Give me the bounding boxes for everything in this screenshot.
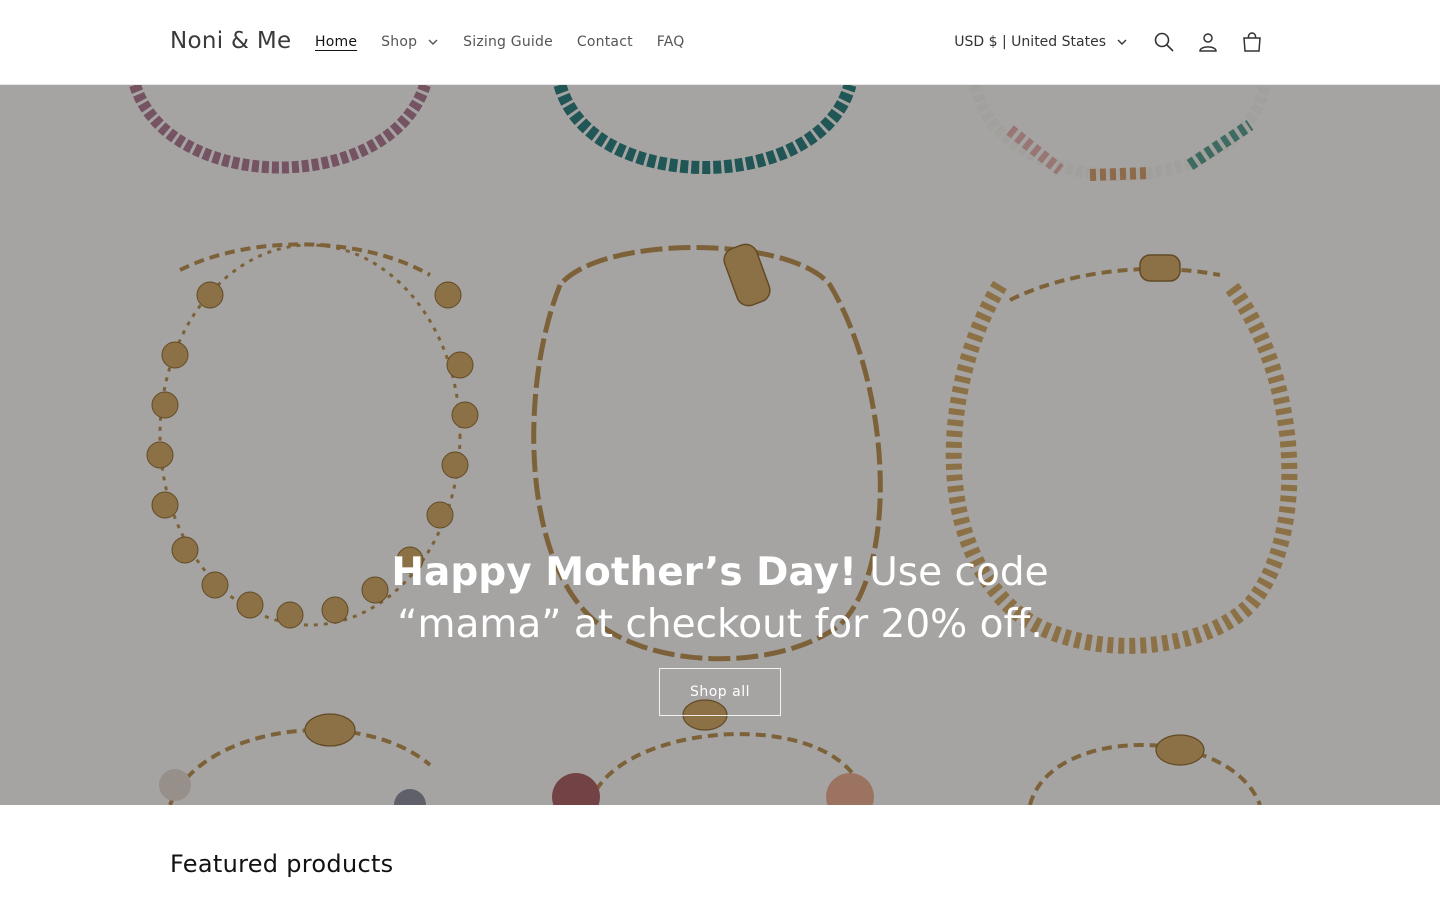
main-nav: Home Shop Sizing Guide Contact FAQ [303, 0, 697, 84]
account-button[interactable] [1186, 20, 1230, 64]
nav-item-label: Contact [576, 34, 633, 50]
nav-item-contact[interactable]: Contact [565, 34, 645, 50]
hero-headline-bold: Happy Mother’s Day! [391, 550, 857, 595]
nav-item-faq[interactable]: FAQ [645, 34, 697, 50]
shop-all-button[interactable]: Shop all [659, 668, 781, 716]
search-icon [1154, 32, 1174, 52]
account-icon [1199, 33, 1217, 52]
cart-button[interactable] [1230, 20, 1274, 64]
nav-item-shop[interactable]: Shop [369, 34, 451, 50]
nav-item-home[interactable]: Home [303, 34, 369, 50]
nav-item-label: Home [315, 34, 358, 50]
site-logo[interactable]: Noni & Me [170, 28, 292, 54]
search-button[interactable] [1142, 20, 1186, 64]
currency-label: USD $ | United States [954, 34, 1106, 50]
featured-products-heading: Featured products [170, 850, 394, 878]
nav-item-label: Sizing Guide [463, 34, 553, 50]
cart-icon [1243, 32, 1261, 52]
nav-item-label: Shop [381, 34, 418, 50]
site-header: Noni & Me Home Shop Sizing Guide Contact… [0, 0, 1440, 85]
hero-banner: Happy Mother’s Day! Use code “mama” at c… [0, 85, 1440, 805]
chevron-down-icon [1117, 39, 1127, 45]
chevron-down-icon [428, 39, 438, 45]
nav-item-label: FAQ [656, 34, 685, 50]
hero-headline: Happy Mother’s Day! Use code “mama” at c… [320, 547, 1120, 651]
header-tools: USD $ | United States [954, 0, 1274, 84]
nav-item-sizing-guide[interactable]: Sizing Guide [451, 34, 565, 50]
currency-selector[interactable]: USD $ | United States [954, 34, 1128, 50]
